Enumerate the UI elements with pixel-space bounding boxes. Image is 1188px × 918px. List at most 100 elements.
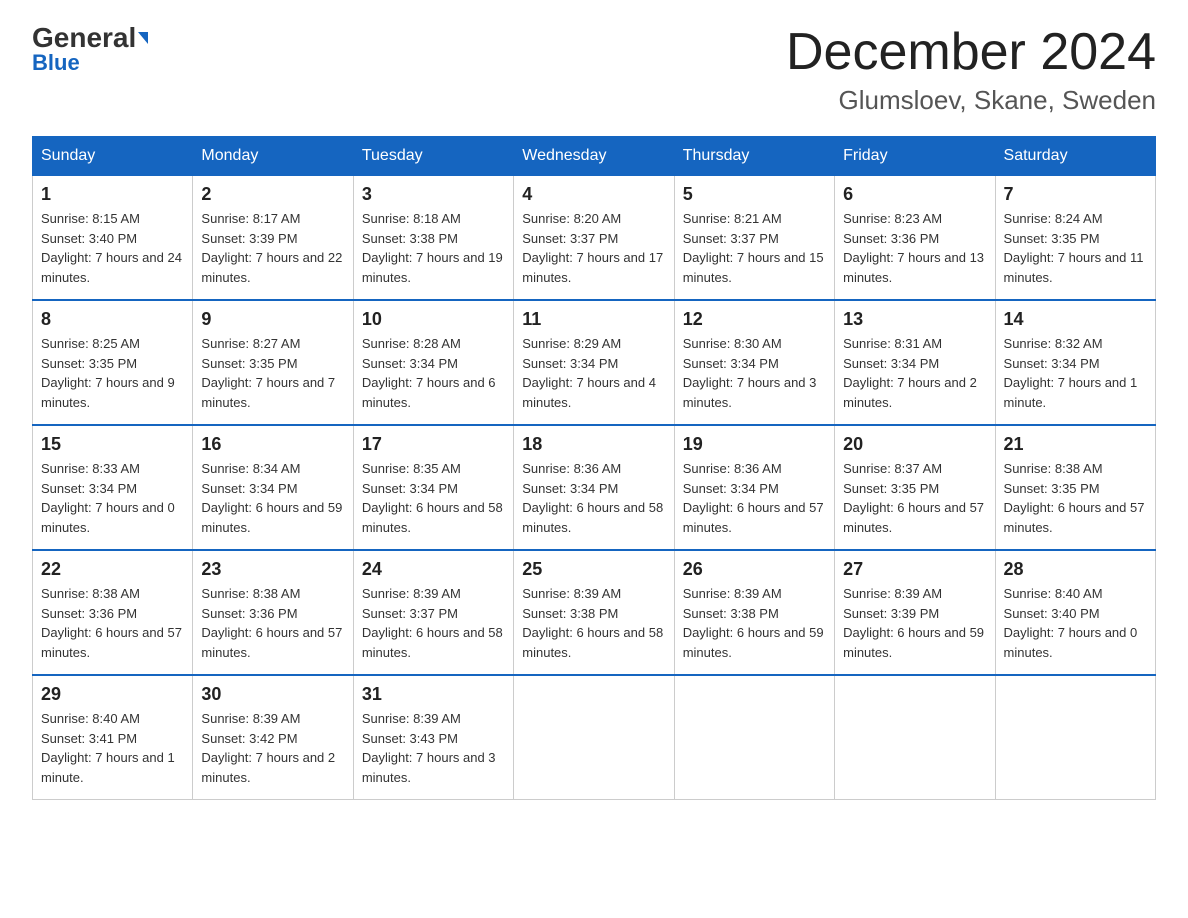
calendar-week-row: 22 Sunrise: 8:38 AM Sunset: 3:36 PM Dayl…: [33, 550, 1156, 675]
table-row: 30 Sunrise: 8:39 AM Sunset: 3:42 PM Dayl…: [193, 675, 353, 800]
table-row: 14 Sunrise: 8:32 AM Sunset: 3:34 PM Dayl…: [995, 300, 1155, 425]
day-info: Sunrise: 8:33 AM Sunset: 3:34 PM Dayligh…: [41, 459, 184, 537]
table-row: 12 Sunrise: 8:30 AM Sunset: 3:34 PM Dayl…: [674, 300, 834, 425]
table-row: 18 Sunrise: 8:36 AM Sunset: 3:34 PM Dayl…: [514, 425, 674, 550]
table-row: 31 Sunrise: 8:39 AM Sunset: 3:43 PM Dayl…: [353, 675, 513, 800]
day-info: Sunrise: 8:38 AM Sunset: 3:36 PM Dayligh…: [201, 584, 344, 662]
table-row: 11 Sunrise: 8:29 AM Sunset: 3:34 PM Dayl…: [514, 300, 674, 425]
day-number: 19: [683, 434, 826, 455]
col-tuesday: Tuesday: [353, 137, 513, 176]
table-row: 9 Sunrise: 8:27 AM Sunset: 3:35 PM Dayli…: [193, 300, 353, 425]
day-info: Sunrise: 8:39 AM Sunset: 3:39 PM Dayligh…: [843, 584, 986, 662]
day-number: 4: [522, 184, 665, 205]
calendar-subtitle: Glumsloev, Skane, Sweden: [786, 85, 1156, 116]
day-number: 24: [362, 559, 505, 580]
day-info: Sunrise: 8:27 AM Sunset: 3:35 PM Dayligh…: [201, 334, 344, 412]
day-info: Sunrise: 8:39 AM Sunset: 3:42 PM Dayligh…: [201, 709, 344, 787]
calendar-week-row: 1 Sunrise: 8:15 AM Sunset: 3:40 PM Dayli…: [33, 176, 1156, 301]
table-row: 7 Sunrise: 8:24 AM Sunset: 3:35 PM Dayli…: [995, 176, 1155, 301]
day-info: Sunrise: 8:25 AM Sunset: 3:35 PM Dayligh…: [41, 334, 184, 412]
day-number: 2: [201, 184, 344, 205]
day-info: Sunrise: 8:32 AM Sunset: 3:34 PM Dayligh…: [1004, 334, 1147, 412]
day-info: Sunrise: 8:39 AM Sunset: 3:38 PM Dayligh…: [522, 584, 665, 662]
calendar-header-row: Sunday Monday Tuesday Wednesday Thursday…: [33, 137, 1156, 176]
col-thursday: Thursday: [674, 137, 834, 176]
day-number: 8: [41, 309, 184, 330]
day-number: 30: [201, 684, 344, 705]
col-friday: Friday: [835, 137, 995, 176]
table-row: 24 Sunrise: 8:39 AM Sunset: 3:37 PM Dayl…: [353, 550, 513, 675]
table-row: [995, 675, 1155, 800]
day-number: 25: [522, 559, 665, 580]
day-number: 1: [41, 184, 184, 205]
table-row: 21 Sunrise: 8:38 AM Sunset: 3:35 PM Dayl…: [995, 425, 1155, 550]
day-number: 3: [362, 184, 505, 205]
logo: General Blue: [32, 24, 148, 76]
col-wednesday: Wednesday: [514, 137, 674, 176]
day-info: Sunrise: 8:36 AM Sunset: 3:34 PM Dayligh…: [522, 459, 665, 537]
table-row: 26 Sunrise: 8:39 AM Sunset: 3:38 PM Dayl…: [674, 550, 834, 675]
day-info: Sunrise: 8:36 AM Sunset: 3:34 PM Dayligh…: [683, 459, 826, 537]
table-row: 22 Sunrise: 8:38 AM Sunset: 3:36 PM Dayl…: [33, 550, 193, 675]
table-row: 27 Sunrise: 8:39 AM Sunset: 3:39 PM Dayl…: [835, 550, 995, 675]
table-row: 2 Sunrise: 8:17 AM Sunset: 3:39 PM Dayli…: [193, 176, 353, 301]
day-info: Sunrise: 8:31 AM Sunset: 3:34 PM Dayligh…: [843, 334, 986, 412]
day-info: Sunrise: 8:40 AM Sunset: 3:41 PM Dayligh…: [41, 709, 184, 787]
day-number: 13: [843, 309, 986, 330]
day-info: Sunrise: 8:20 AM Sunset: 3:37 PM Dayligh…: [522, 209, 665, 287]
table-row: 25 Sunrise: 8:39 AM Sunset: 3:38 PM Dayl…: [514, 550, 674, 675]
day-info: Sunrise: 8:35 AM Sunset: 3:34 PM Dayligh…: [362, 459, 505, 537]
table-row: 17 Sunrise: 8:35 AM Sunset: 3:34 PM Dayl…: [353, 425, 513, 550]
day-number: 28: [1004, 559, 1147, 580]
table-row: 23 Sunrise: 8:38 AM Sunset: 3:36 PM Dayl…: [193, 550, 353, 675]
table-row: [835, 675, 995, 800]
table-row: [674, 675, 834, 800]
page-header: General Blue December 2024 Glumsloev, Sk…: [32, 24, 1156, 116]
day-number: 21: [1004, 434, 1147, 455]
day-number: 23: [201, 559, 344, 580]
day-number: 18: [522, 434, 665, 455]
table-row: 3 Sunrise: 8:18 AM Sunset: 3:38 PM Dayli…: [353, 176, 513, 301]
title-area: December 2024 Glumsloev, Skane, Sweden: [786, 24, 1156, 116]
col-sunday: Sunday: [33, 137, 193, 176]
table-row: 28 Sunrise: 8:40 AM Sunset: 3:40 PM Dayl…: [995, 550, 1155, 675]
table-row: 5 Sunrise: 8:21 AM Sunset: 3:37 PM Dayli…: [674, 176, 834, 301]
day-number: 11: [522, 309, 665, 330]
day-info: Sunrise: 8:24 AM Sunset: 3:35 PM Dayligh…: [1004, 209, 1147, 287]
table-row: 6 Sunrise: 8:23 AM Sunset: 3:36 PM Dayli…: [835, 176, 995, 301]
day-number: 12: [683, 309, 826, 330]
day-info: Sunrise: 8:30 AM Sunset: 3:34 PM Dayligh…: [683, 334, 826, 412]
logo-blue-text: Blue: [32, 50, 80, 76]
table-row: 4 Sunrise: 8:20 AM Sunset: 3:37 PM Dayli…: [514, 176, 674, 301]
day-number: 14: [1004, 309, 1147, 330]
day-number: 26: [683, 559, 826, 580]
calendar-week-row: 8 Sunrise: 8:25 AM Sunset: 3:35 PM Dayli…: [33, 300, 1156, 425]
day-number: 15: [41, 434, 184, 455]
day-number: 20: [843, 434, 986, 455]
day-number: 22: [41, 559, 184, 580]
calendar-title: December 2024: [786, 24, 1156, 81]
day-info: Sunrise: 8:39 AM Sunset: 3:37 PM Dayligh…: [362, 584, 505, 662]
day-number: 27: [843, 559, 986, 580]
table-row: 16 Sunrise: 8:34 AM Sunset: 3:34 PM Dayl…: [193, 425, 353, 550]
logo-triangle-icon: [138, 32, 148, 44]
day-number: 9: [201, 309, 344, 330]
day-number: 6: [843, 184, 986, 205]
day-number: 17: [362, 434, 505, 455]
day-info: Sunrise: 8:18 AM Sunset: 3:38 PM Dayligh…: [362, 209, 505, 287]
table-row: 29 Sunrise: 8:40 AM Sunset: 3:41 PM Dayl…: [33, 675, 193, 800]
day-number: 7: [1004, 184, 1147, 205]
day-number: 10: [362, 309, 505, 330]
day-number: 16: [201, 434, 344, 455]
table-row: 15 Sunrise: 8:33 AM Sunset: 3:34 PM Dayl…: [33, 425, 193, 550]
day-info: Sunrise: 8:39 AM Sunset: 3:43 PM Dayligh…: [362, 709, 505, 787]
col-monday: Monday: [193, 137, 353, 176]
table-row: [514, 675, 674, 800]
day-info: Sunrise: 8:39 AM Sunset: 3:38 PM Dayligh…: [683, 584, 826, 662]
day-info: Sunrise: 8:38 AM Sunset: 3:35 PM Dayligh…: [1004, 459, 1147, 537]
day-info: Sunrise: 8:38 AM Sunset: 3:36 PM Dayligh…: [41, 584, 184, 662]
col-saturday: Saturday: [995, 137, 1155, 176]
day-number: 31: [362, 684, 505, 705]
calendar-week-row: 29 Sunrise: 8:40 AM Sunset: 3:41 PM Dayl…: [33, 675, 1156, 800]
table-row: 1 Sunrise: 8:15 AM Sunset: 3:40 PM Dayli…: [33, 176, 193, 301]
